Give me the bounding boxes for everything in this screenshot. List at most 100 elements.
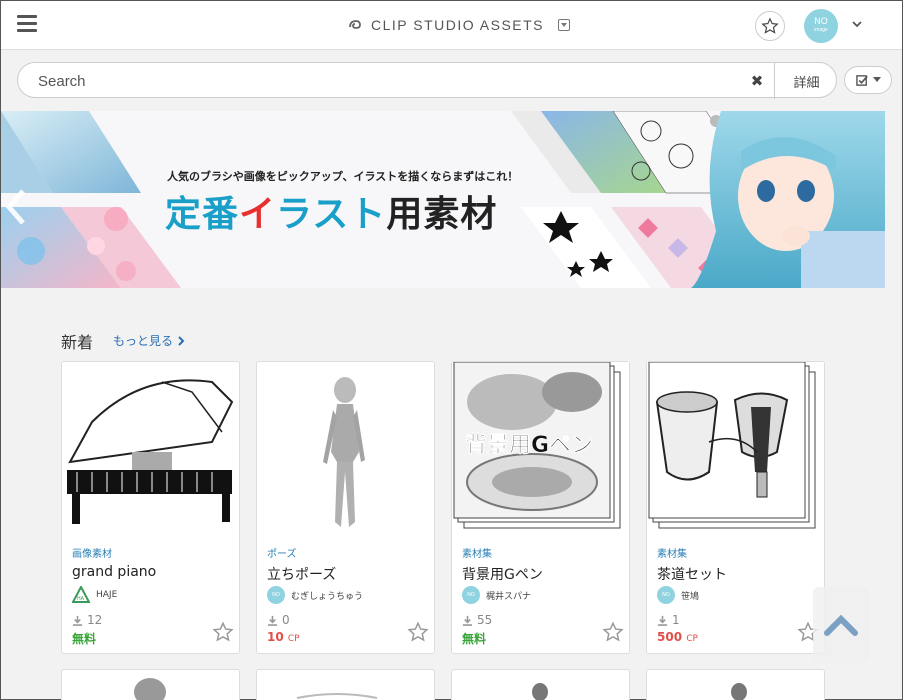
author-name: むぎしょうちゅう bbox=[291, 591, 364, 602]
author-name: 梶井スパナ bbox=[486, 591, 532, 602]
asset-thumbnail bbox=[296, 693, 378, 699]
search-input[interactable] bbox=[38, 71, 738, 91]
asset-name: 茶道セット bbox=[657, 567, 727, 583]
tea-set-image bbox=[648, 362, 816, 529]
price-value: 無料 bbox=[462, 632, 487, 646]
asset-category: 素材集 bbox=[657, 549, 687, 560]
asset-category: ポーズ bbox=[267, 549, 297, 560]
top-header: CLIP STUDIO ASSETS NO image bbox=[1, 1, 902, 50]
avatar-text: NO bbox=[814, 16, 828, 26]
section-title: 新着 bbox=[61, 333, 94, 352]
asset-price: 無料 bbox=[462, 630, 486, 647]
download-count: 55 bbox=[462, 613, 492, 627]
download-value: 0 bbox=[282, 613, 290, 627]
price-value: 無料 bbox=[72, 632, 97, 646]
author-avatar: NO bbox=[267, 586, 285, 604]
filter-dropdown-button[interactable] bbox=[844, 66, 892, 94]
promo-banner[interactable]: 人気のブラシや画像をピックアップ、イラストを描くならまずはこれ！ 定番イラスト用… bbox=[1, 111, 885, 288]
price-value: 10 bbox=[267, 630, 284, 644]
chevron-left-icon[interactable] bbox=[1, 187, 31, 227]
caret-down-icon bbox=[872, 77, 881, 82]
chevron-down-icon[interactable] bbox=[851, 18, 863, 30]
favorites-button[interactable] bbox=[755, 11, 785, 41]
see-more-link[interactable]: もっと見る bbox=[113, 332, 185, 349]
download-icon bbox=[72, 615, 83, 626]
banner-title-part4: 用素材 bbox=[386, 194, 498, 235]
asset-name: 背景用Gペン bbox=[462, 567, 543, 583]
download-count: 12 bbox=[72, 613, 102, 627]
brand-dropdown-icon[interactable] bbox=[558, 19, 571, 31]
banner-title: 定番イラスト用素材 bbox=[165, 185, 497, 237]
asset-card[interactable]: 画像素材 grand piano HA HAJE 12 無料 bbox=[61, 361, 240, 654]
asset-thumbnail bbox=[134, 678, 166, 700]
asset-price: 無料 bbox=[72, 630, 96, 647]
brand-label: CLIP STUDIO ASSETS bbox=[371, 17, 545, 33]
author-avatar: NO bbox=[462, 586, 480, 604]
asset-thumbnail bbox=[257, 362, 434, 539]
author-logo-icon: HA bbox=[72, 586, 90, 603]
asset-author[interactable]: NO 梶井スパナ bbox=[462, 586, 531, 604]
advanced-search-button[interactable]: 詳細 bbox=[774, 63, 838, 99]
asset-name: grand piano bbox=[72, 564, 157, 580]
search-bar: ✖ 詳細 bbox=[17, 62, 892, 99]
asset-name: 立ちポーズ bbox=[267, 567, 337, 583]
asset-card[interactable] bbox=[646, 669, 825, 700]
asset-card[interactable] bbox=[451, 669, 630, 700]
brand-title[interactable]: CLIP STUDIO ASSETS bbox=[347, 15, 571, 35]
asset-thumbnail: 背景用Gペン bbox=[452, 362, 629, 539]
chevron-right-icon bbox=[178, 335, 185, 346]
asset-thumbnail bbox=[731, 683, 747, 700]
download-count: 1 bbox=[657, 613, 680, 627]
pose-figure-image bbox=[323, 377, 365, 527]
author-name: 笹鳩 bbox=[681, 591, 700, 602]
asset-author[interactable]: NO むぎしょうちゅう bbox=[267, 586, 363, 604]
star-outline-icon[interactable] bbox=[407, 621, 429, 643]
download-value: 55 bbox=[477, 613, 493, 627]
asset-card[interactable]: 背景用Gペン 素材集 背景用Gペン NO 梶井スパナ 55 無料 bbox=[451, 361, 630, 654]
star-outline-icon bbox=[761, 17, 779, 34]
chevron-up-icon bbox=[824, 614, 858, 636]
see-more-label: もっと見る bbox=[113, 334, 174, 348]
download-value: 12 bbox=[87, 613, 103, 627]
asset-price: 10 CP bbox=[267, 630, 300, 644]
price-unit: CP bbox=[686, 634, 698, 644]
asset-thumbnail bbox=[532, 683, 548, 700]
search-container: ✖ 詳細 bbox=[17, 62, 838, 99]
banner-subtitle: 人気のブラシや画像をピックアップ、イラストを描くならまずはこれ！ bbox=[167, 170, 519, 183]
asset-card[interactable]: ポーズ 立ちポーズ NO むぎしょうちゅう 0 10 CP bbox=[256, 361, 435, 654]
svg-text:HA: HA bbox=[77, 596, 85, 602]
asset-price: 500 CP bbox=[657, 630, 698, 644]
hamburger-menu-icon[interactable] bbox=[17, 15, 37, 33]
banner-title-part2: イ bbox=[239, 194, 277, 235]
avatar-subtext: image bbox=[814, 27, 828, 33]
asset-author[interactable]: HA HAJE bbox=[72, 586, 117, 604]
download-count: 0 bbox=[267, 613, 290, 627]
author-name: HAJE bbox=[96, 590, 118, 600]
banner-title-part1: 定番 bbox=[165, 194, 240, 235]
download-icon bbox=[657, 615, 668, 626]
price-unit: CP bbox=[287, 634, 300, 644]
banner-title-part3: ラスト bbox=[276, 194, 387, 235]
asset-category: 素材集 bbox=[462, 549, 492, 560]
user-avatar[interactable]: NO image bbox=[804, 9, 838, 43]
star-outline-icon[interactable] bbox=[212, 621, 234, 643]
checkbox-icon bbox=[855, 74, 868, 86]
asset-card[interactable] bbox=[256, 669, 435, 700]
back-to-top-button[interactable] bbox=[813, 587, 869, 663]
asset-card[interactable]: 素材集 茶道セット NO 笹鳩 1 500 CP bbox=[646, 361, 825, 654]
asset-author[interactable]: NO 笹鳩 bbox=[657, 586, 699, 604]
clip-studio-logo-icon bbox=[349, 20, 361, 29]
asset-thumbnail bbox=[647, 362, 824, 539]
download-icon bbox=[267, 615, 278, 626]
author-avatar: NO bbox=[657, 586, 675, 604]
background-pen-image: 背景用Gペン bbox=[453, 362, 621, 529]
price-value: 500 bbox=[657, 630, 683, 644]
asset-thumbnail bbox=[62, 362, 239, 539]
asset-category: 画像素材 bbox=[72, 549, 112, 560]
asset-card[interactable] bbox=[61, 669, 240, 700]
grand-piano-image bbox=[67, 379, 234, 524]
star-outline-icon[interactable] bbox=[602, 621, 624, 643]
download-value: 1 bbox=[672, 613, 680, 627]
thumbnail-caption: 背景用Gペン bbox=[465, 433, 593, 458]
clear-search-button[interactable]: ✖ bbox=[748, 72, 766, 90]
